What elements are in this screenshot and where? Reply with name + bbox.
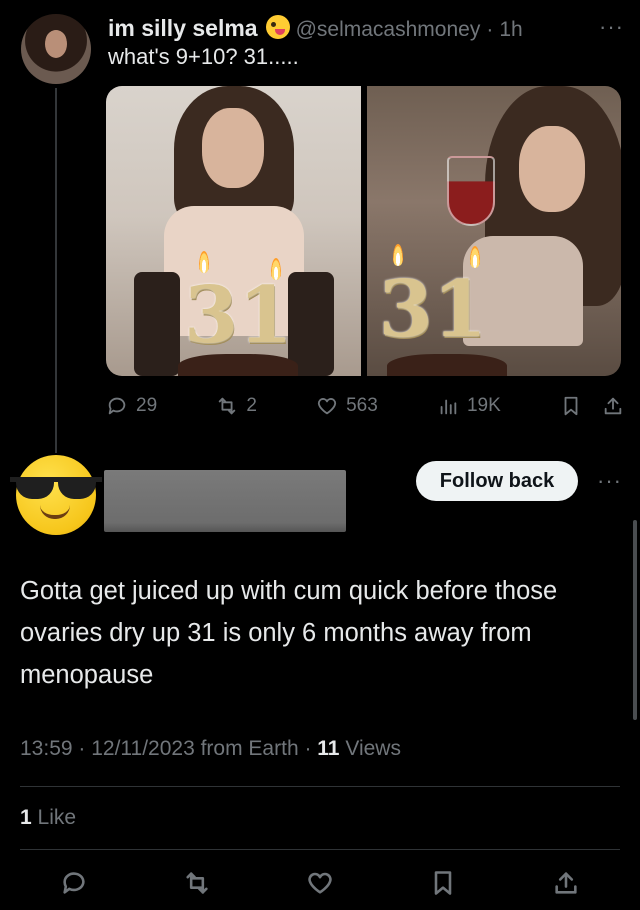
parent-tweet-actions: 29 2 563 19K [106, 392, 624, 420]
retweet-icon[interactable] [216, 395, 238, 417]
reply-more-options-icon[interactable]: ··· [597, 468, 622, 494]
like-count: 563 [346, 395, 378, 416]
photo-figure-face [518, 126, 585, 212]
reply-like-label: Like [31, 806, 77, 829]
photo-figure-sleeve-left [134, 272, 180, 376]
candle-flame-icon [392, 244, 403, 266]
views-action[interactable]: 19K [437, 395, 501, 417]
retweet-count: 2 [246, 395, 257, 416]
photo-cake [386, 354, 507, 376]
number-candle: 31 [184, 270, 293, 361]
scrollbar[interactable] [633, 520, 637, 720]
share-icon[interactable] [552, 869, 580, 897]
reply-tweet-text: Gotta get juiced up with cum quick befor… [20, 577, 558, 689]
parent-avatar[interactable] [21, 14, 91, 84]
parent-tweet-text: what's 9+10? 31..... [108, 44, 299, 69]
thread-connector-line [55, 88, 57, 453]
like-action[interactable]: 563 [316, 395, 378, 417]
bookmark-icon[interactable] [560, 395, 582, 417]
like-icon[interactable] [306, 869, 334, 897]
media-photo-2[interactable]: 31 [366, 86, 621, 376]
avatar-face [45, 30, 67, 58]
like-icon[interactable] [316, 395, 338, 417]
redacted-username-block [104, 470, 346, 532]
bookmark-share-group [560, 395, 624, 417]
reply-views-count: 11 [317, 737, 340, 760]
time-separator: · [486, 18, 494, 41]
bookmark-icon[interactable] [429, 869, 457, 897]
reply-likes-line[interactable]: 1 Like [20, 806, 76, 830]
number-candle: 31 [378, 264, 488, 355]
reply-actions-bar [60, 867, 580, 899]
reply-like-count: 1 [20, 806, 32, 829]
reply-timestamp[interactable]: 13:59 · 12/11/2023 from Earth · [20, 737, 317, 760]
photo-figure-face [202, 108, 264, 188]
sunglasses-icon [10, 477, 102, 499]
follow-back-button[interactable]: Follow back [416, 461, 578, 501]
reply-icon[interactable] [60, 869, 88, 897]
reply-meta-line: 13:59 · 12/11/2023 from Earth · 11 Views [20, 737, 401, 761]
views-count: 19K [466, 395, 501, 416]
divider [20, 786, 620, 787]
parent-tweet-media[interactable]: 31 31 [106, 86, 621, 376]
parent-display-name[interactable]: im silly selma [108, 15, 258, 42]
views-icon[interactable] [437, 395, 459, 417]
divider [20, 849, 620, 850]
reply-views-label: Views [339, 737, 401, 760]
reply-count: 29 [136, 395, 158, 416]
retweet-action[interactable]: 2 [216, 395, 257, 417]
photo-cake [178, 354, 298, 376]
wine-glass [446, 156, 495, 226]
share-icon[interactable] [602, 395, 624, 417]
parent-more-options-icon[interactable]: ··· [599, 14, 624, 40]
parent-handle[interactable]: @selmacashmoney [296, 18, 481, 42]
media-photo-1[interactable]: 31 [106, 86, 361, 376]
zany-face-emoji-icon [265, 15, 290, 39]
retweet-icon[interactable] [183, 869, 211, 897]
reply-avatar[interactable] [10, 453, 102, 543]
parent-tweet-header: im silly selma @selmacashmoney · 1h [108, 12, 523, 42]
parent-tweet-time[interactable]: 1h [499, 18, 522, 42]
reply-action[interactable]: 29 [106, 395, 157, 417]
photo-figure-sleeve-right [288, 272, 334, 376]
reply-icon[interactable] [106, 395, 128, 417]
